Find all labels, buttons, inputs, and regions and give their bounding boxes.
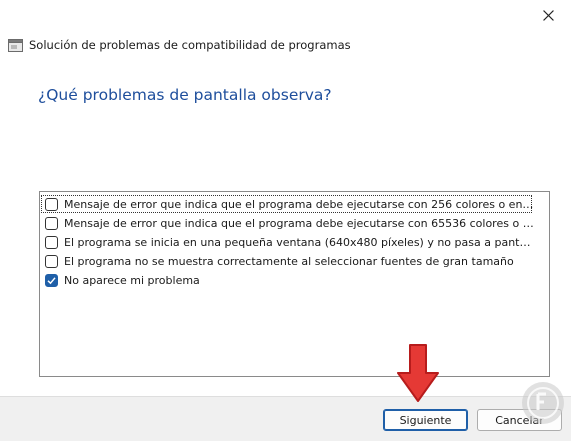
list-item-label: No aparece mi problema: [64, 274, 200, 287]
list-item-large-fonts[interactable]: El programa no se muestra correctamente …: [40, 252, 549, 271]
window-title: Solución de problemas de compatibilidad …: [29, 38, 351, 52]
close-icon: [542, 9, 554, 21]
list-item-small-window[interactable]: El programa se inicia en una pequeña ven…: [40, 233, 549, 252]
checkbox-checked[interactable]: [45, 274, 58, 287]
program-compatibility-icon: [8, 38, 23, 52]
close-button[interactable]: [525, 0, 571, 30]
checkbox[interactable]: [45, 236, 58, 249]
checkmark-icon: [47, 277, 56, 285]
list-item-65536-colors[interactable]: Mensaje de error que indica que el progr…: [40, 214, 549, 233]
checkbox[interactable]: [45, 255, 58, 268]
list-item-not-listed[interactable]: No aparece mi problema: [40, 271, 549, 290]
problem-list[interactable]: Mensaje de error que indica que el progr…: [39, 191, 550, 377]
checkbox[interactable]: [45, 198, 58, 211]
page-heading: ¿Qué problemas de pantalla observa?: [38, 86, 332, 104]
watermark-logo-icon: [522, 382, 564, 424]
compatibility-troubleshooter-dialog: Solución de problemas de compatibilidad …: [0, 0, 571, 441]
list-item-label: El programa no se muestra correctamente …: [64, 255, 514, 268]
list-item-label: El programa se inicia en una pequeña ven…: [64, 236, 534, 249]
next-button[interactable]: Siguiente: [383, 409, 468, 431]
list-item-label: Mensaje de error que indica que el progr…: [64, 217, 534, 230]
window-title-row: Solución de problemas de compatibilidad …: [8, 36, 351, 54]
checkbox[interactable]: [45, 217, 58, 230]
annotation-arrow-icon: [397, 344, 439, 402]
list-item-label: Mensaje de error que indica que el progr…: [64, 198, 534, 211]
list-item-256-colors[interactable]: Mensaje de error que indica que el progr…: [40, 195, 549, 214]
